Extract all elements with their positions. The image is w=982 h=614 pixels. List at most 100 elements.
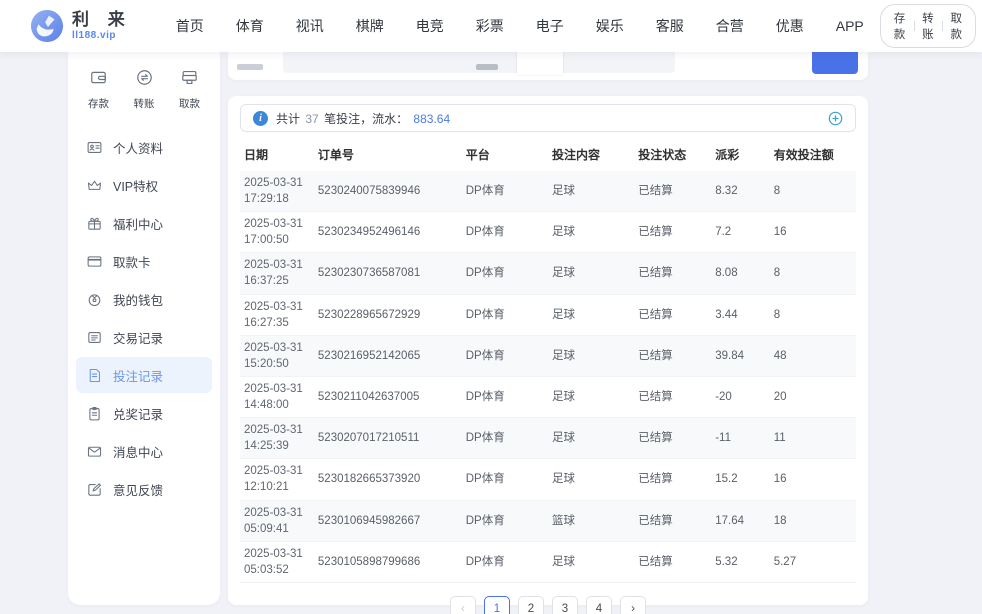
- sidebar-item-label: 我的钱包: [113, 290, 163, 309]
- wallet-icon: [86, 291, 103, 308]
- cell-content: 篮球: [548, 500, 634, 541]
- sidebar-item[interactable]: VIP特权: [76, 167, 212, 203]
- table-row: 2025-03-31 12:10:215230182665373920DP体育足…: [240, 459, 856, 500]
- quick-action-label: 取款: [179, 96, 200, 111]
- message-icon: [86, 443, 103, 460]
- sidebar-item-label: 意见反馈: [113, 480, 163, 499]
- cell-valid: 16: [770, 212, 856, 253]
- cell-order: 5230211042637005: [314, 376, 462, 417]
- cell-date: 2025-03-31 05:03:52: [240, 541, 314, 582]
- page-content: 存款 转账 取款 个人资料 VIP特权福利中心取款卡我的钱包交易记录投注记录兑奖记录消…: [0, 52, 982, 614]
- pill-action[interactable]: 取款: [950, 10, 962, 42]
- pill-action[interactable]: 转账: [922, 10, 934, 42]
- cell-order: 5230105898799686: [314, 541, 462, 582]
- cell-status: 已结算: [634, 541, 711, 582]
- gift-icon: [86, 215, 103, 232]
- cell-valid: 11: [770, 418, 856, 459]
- quick-action-转账[interactable]: 转账: [134, 68, 155, 111]
- pagination-prev-button[interactable]: ‹: [450, 596, 476, 614]
- brand-logo[interactable]: 利 来 ll188.vip: [30, 9, 132, 43]
- sidebar-item-label: 福利中心: [113, 214, 163, 233]
- main-column: i 共计 37 笔投注，流水： 883.64 日期订单号: [228, 52, 868, 605]
- quick-action-存款[interactable]: 存款: [88, 68, 109, 111]
- nav-item[interactable]: 视讯: [280, 16, 340, 36]
- cell-valid: 8: [770, 294, 856, 335]
- nav-item[interactable]: 电竞: [400, 16, 460, 36]
- cell-order: 5230234952496146: [314, 212, 462, 253]
- feedback-icon: [86, 481, 103, 498]
- nav-item[interactable]: 体育: [220, 16, 280, 36]
- cell-valid: 18: [770, 500, 856, 541]
- bank-card-icon: [86, 253, 103, 270]
- cell-date: 2025-03-31 17:00:50: [240, 212, 314, 253]
- sidebar-item-label: 投注记录: [113, 366, 163, 385]
- pagination-page-4[interactable]: 4: [586, 596, 612, 614]
- pagination-page-1[interactable]: 1: [484, 596, 510, 614]
- cell-platform: DP体育: [462, 294, 548, 335]
- pagination-page-3[interactable]: 3: [552, 596, 578, 614]
- table-row: 2025-03-31 14:48:005230211042637005DP体育足…: [240, 376, 856, 417]
- quick-action-label: 转账: [134, 96, 155, 111]
- nav-item[interactable]: APP: [820, 18, 880, 34]
- filter-secondary-label: [476, 64, 498, 70]
- turnover-value: 883.64: [413, 112, 450, 126]
- sidebar-item[interactable]: 交易记录: [76, 319, 212, 355]
- nav-item[interactable]: 合营: [700, 16, 760, 36]
- cell-payout: 8.08: [711, 253, 770, 294]
- bet-records-table: 日期订单号平台投注内容投注状态派彩有效投注额 2025-03-31 17:29:…: [240, 138, 856, 583]
- pill-divider: [914, 21, 915, 31]
- nav-item[interactable]: 棋牌: [340, 16, 400, 36]
- cell-content: 足球: [548, 294, 634, 335]
- prize-record-icon: [86, 405, 103, 422]
- cell-platform: DP体育: [462, 541, 548, 582]
- cell-status: 已结算: [634, 212, 711, 253]
- nav-item[interactable]: 首页: [160, 16, 220, 36]
- sidebar-item-label: VIP特权: [113, 176, 158, 195]
- sidebar-item[interactable]: 投注记录: [76, 357, 212, 393]
- cell-status: 已结算: [634, 459, 711, 500]
- table-row: 2025-03-31 05:03:525230105898799686DP体育足…: [240, 541, 856, 582]
- pagination-next-button[interactable]: ›: [620, 596, 646, 614]
- cell-payout: 17.64: [711, 500, 770, 541]
- cell-payout: 5.32: [711, 541, 770, 582]
- date-range-active-tab[interactable]: [517, 52, 563, 75]
- cell-order: 5230240075839946: [314, 171, 462, 212]
- sidebar-item[interactable]: 我的钱包: [76, 281, 212, 317]
- column-header: 订单号: [314, 138, 462, 171]
- cell-order: 5230230736587081: [314, 253, 462, 294]
- cell-valid: 8: [770, 171, 856, 212]
- sidebar-item[interactable]: 消息中心: [76, 433, 212, 469]
- cell-content: 足球: [548, 418, 634, 459]
- wallet-quick-pill: 存款转账取款: [880, 4, 977, 48]
- cell-status: 已结算: [634, 253, 711, 294]
- sidebar-item[interactable]: 取款卡: [76, 243, 212, 279]
- cell-payout: -20: [711, 376, 770, 417]
- sidebar-item[interactable]: 兑奖记录: [76, 395, 212, 431]
- quick-action-取款[interactable]: 取款: [179, 68, 200, 111]
- cell-date: 2025-03-31 17:29:18: [240, 171, 314, 212]
- quick-action-label: 存款: [88, 96, 109, 111]
- cell-content: 足球: [548, 335, 634, 376]
- info-icon: i: [253, 111, 268, 126]
- pagination-page-2[interactable]: 2: [518, 596, 544, 614]
- nav-item[interactable]: 优惠: [760, 16, 820, 36]
- pill-action[interactable]: 存款: [894, 10, 906, 42]
- bet-record-icon: [86, 367, 103, 384]
- search-button[interactable]: [812, 52, 858, 74]
- id-card-icon: [86, 139, 103, 156]
- nav-item[interactable]: 电子: [520, 16, 580, 36]
- topbar-right: 存款转账取款 anxin3399 总资产：1363.49元 永久域名：ll188…: [880, 0, 982, 75]
- column-header: 派彩: [711, 138, 770, 171]
- pill-divider: [942, 21, 943, 31]
- top-navigation-bar: 利 来 ll188.vip 首页体育视讯棋牌电竞彩票电子娱乐客服合营优惠APP …: [0, 0, 982, 52]
- nav-item[interactable]: 客服: [640, 16, 700, 36]
- nav-item[interactable]: 彩票: [460, 16, 520, 36]
- sidebar-item[interactable]: 个人资料: [76, 129, 212, 165]
- nav-item[interactable]: 娱乐: [580, 16, 640, 36]
- sidebar-item[interactable]: 福利中心: [76, 205, 212, 241]
- expand-circle-plus-icon[interactable]: [828, 111, 843, 126]
- sidebar-item[interactable]: 意见反馈: [76, 471, 212, 507]
- cell-date: 2025-03-31 15:20:50: [240, 335, 314, 376]
- deposit-icon: [89, 68, 108, 92]
- date-range-tabs[interactable]: [505, 52, 675, 73]
